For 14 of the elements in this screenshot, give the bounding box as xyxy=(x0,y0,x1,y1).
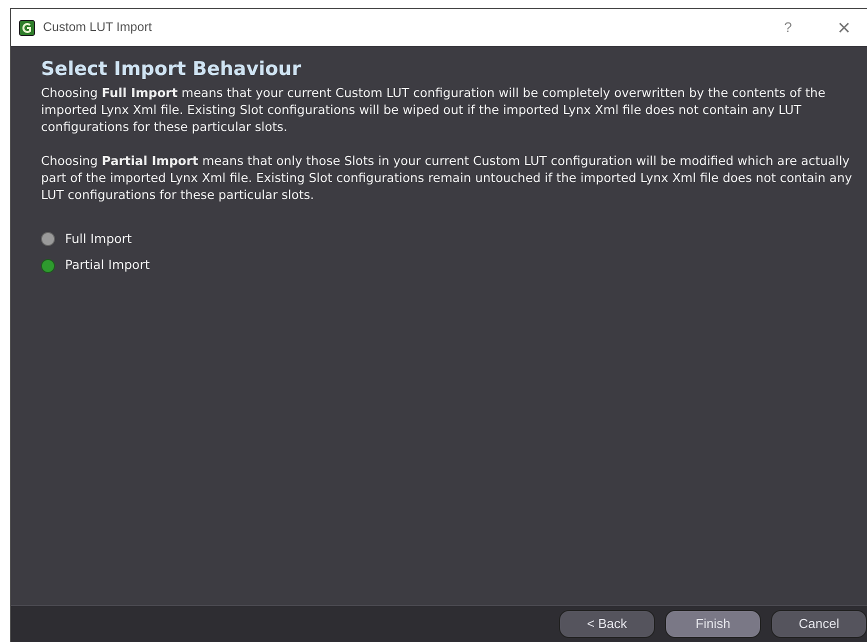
app-logo-icon xyxy=(19,20,35,36)
dialog-button[interactable]: < Back xyxy=(559,610,655,638)
section-heading: Select Import Behaviour xyxy=(41,57,302,82)
help-button[interactable]: ? xyxy=(773,17,803,38)
description-paragraph: Choosing Full Import means that your current Custom LUT configuration will be completely overwritten by the contents of the imported Lynx Xml file. Existing Slot configurations will be wiped out if the imported Lynx Xml file does not contain any LUT configurations for these particular slots. xyxy=(41,84,826,136)
close-button[interactable]: × xyxy=(829,16,859,38)
radio-button[interactable] xyxy=(41,258,55,273)
radio-button[interactable] xyxy=(41,232,55,246)
radio-option[interactable]: Partial Import xyxy=(41,256,150,275)
description-paragraph: Choosing Partial Import means that only those Slots in your current Custom LUT configuration will be modified which are actually part of the imported Lynx Xml file. Existing Slot configurations remain untouched if the imported Lynx Xml file does not contain any LUT configurations for these particular slots. xyxy=(41,152,854,204)
window-title: Custom LUT Import xyxy=(43,19,152,36)
dialog-button[interactable]: Cancel xyxy=(771,610,867,638)
dialog-button[interactable]: Finish xyxy=(665,610,761,638)
radio-option[interactable]: Full Import xyxy=(41,230,132,248)
